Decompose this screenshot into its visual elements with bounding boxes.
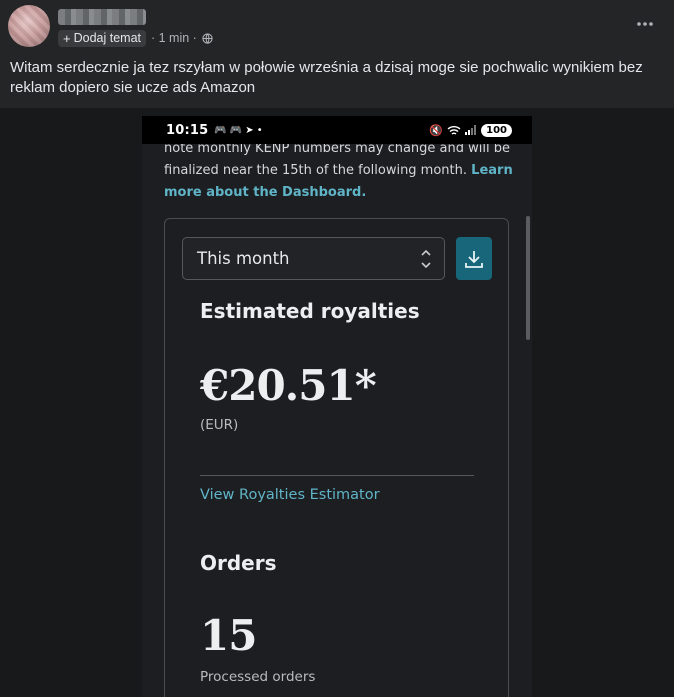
post-text: Witam serdecznie ja tez rszyłam w połowi… [10,59,643,96]
status-right-icons: 🔇 100 [429,123,512,137]
globe-icon [202,32,213,44]
notification-icons: 🎮 🎮 ➤ • [214,125,262,136]
mute-icon: 🔇 [429,123,444,137]
status-time: 10:15 [166,122,209,138]
royalties-value: €20.51* [200,361,377,410]
plus-icon: + [63,30,71,46]
orders-value: 15 [200,611,257,660]
signal-icon [465,125,477,135]
more-dots-icon [637,22,653,26]
select-arrows-icon [421,249,431,269]
dot-icon: • [256,124,263,136]
add-topic-button[interactable]: + Dodaj temat [58,29,146,47]
avatar[interactable] [8,5,50,47]
author-name-blurred[interactable] [58,9,146,25]
battery-indicator: 100 [481,123,512,137]
download-button[interactable] [456,237,492,280]
royalties-heading: Estimated royalties [200,299,420,323]
post-meta: + Dodaj temat · 1 min · [58,29,213,47]
more-options-button[interactable] [634,14,656,34]
period-select-value: This month [197,249,290,268]
notice-text: note monthly KENP numbers may change and… [164,144,510,178]
game-controller-icon: 🎮 [229,124,243,136]
kdp-dashboard-screen: note monthly KENP numbers may change and… [142,144,532,697]
royalties-card: This month Estimated royalties €20.51* (… [164,218,509,697]
telegram-icon: ➤ [245,124,254,136]
dashboard-notice: note monthly KENP numbers may change and… [164,144,514,204]
post-header: + Dodaj temat · 1 min · Witam serdecznie… [0,0,674,108]
royalties-estimator-link[interactable]: View Royalties Estimator [200,487,380,503]
period-select[interactable]: This month [182,237,445,280]
game-controller-icon: 🎮 [214,124,227,136]
scrollbar-thumb[interactable] [526,216,530,340]
add-topic-label: Dodaj temat [73,31,141,45]
orders-heading: Orders [200,551,277,575]
orders-label: Processed orders [200,669,316,685]
post-image[interactable]: 10:15 🎮 🎮 ➤ • 🔇 100 note monthly KENP nu… [0,108,674,697]
phone-status-bar: 10:15 🎮 🎮 ➤ • 🔇 100 [142,116,532,144]
divider [200,475,474,476]
wifi-icon [447,125,461,135]
currency-label: (EUR) [200,417,239,433]
download-icon [465,250,483,268]
post-time[interactable]: · 1 min · [151,31,197,45]
